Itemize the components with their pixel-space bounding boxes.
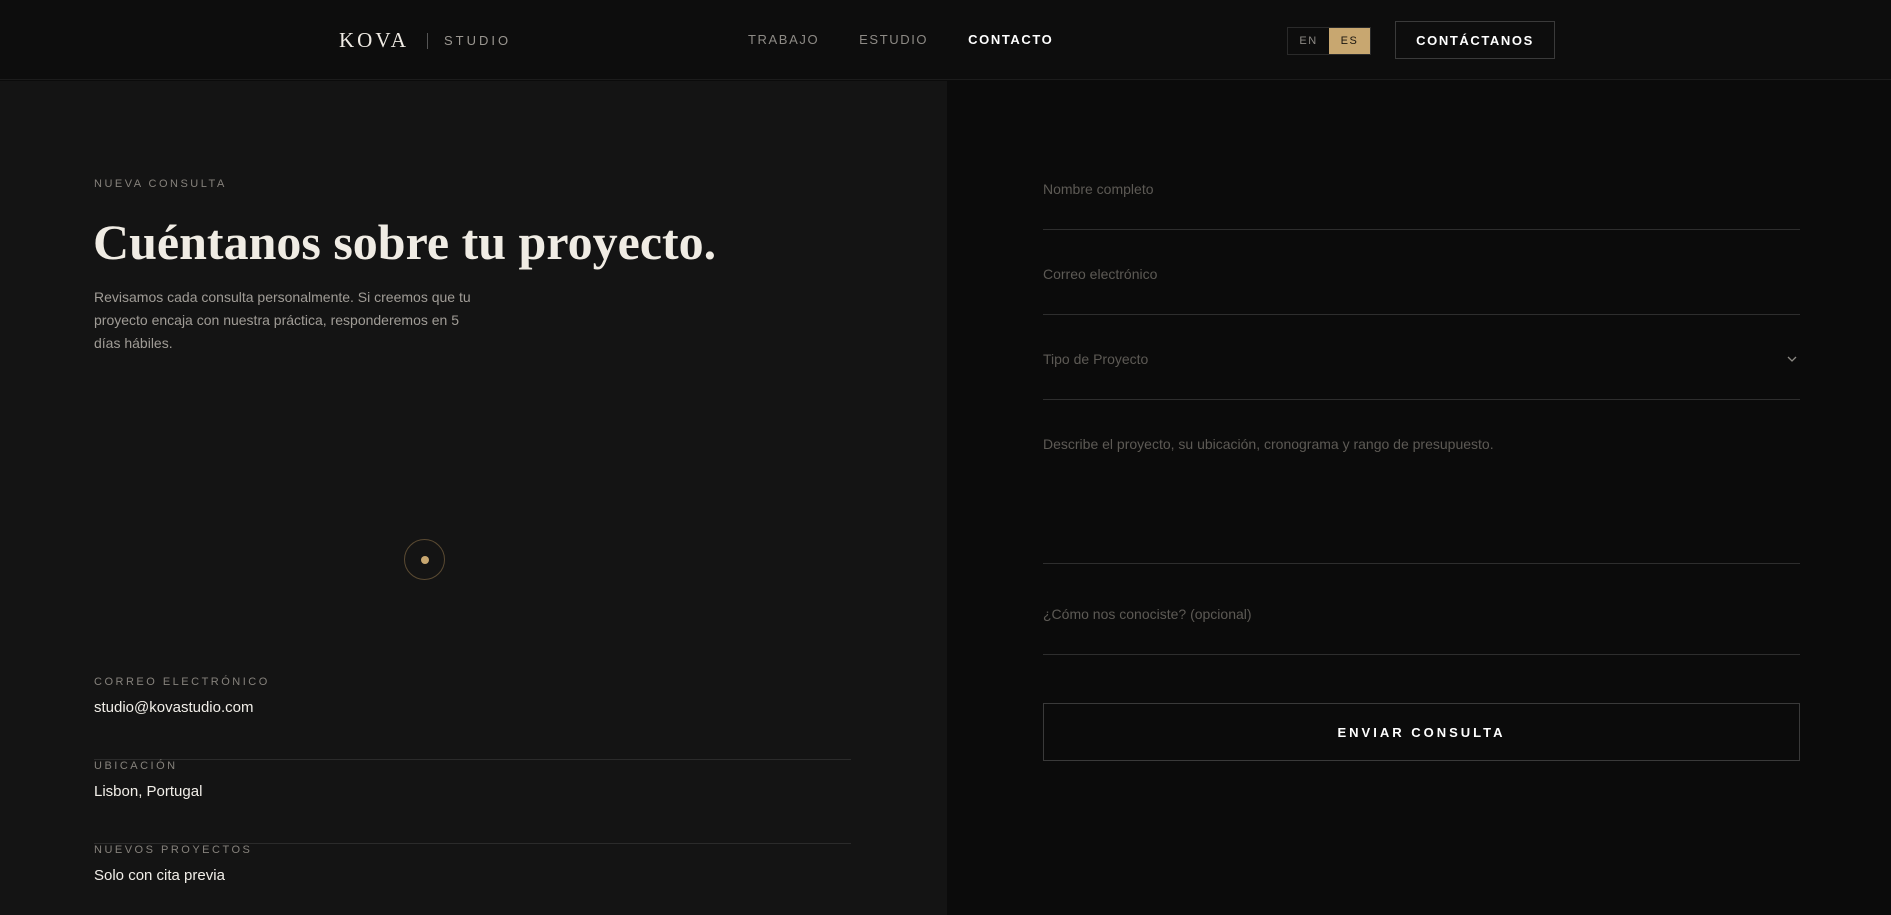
info-label: CORREO ELECTRÓNICO [94, 676, 270, 688]
nav-item-contacto[interactable]: CONTACTO [968, 32, 1053, 47]
info-item-email: CORREO ELECTRÓNICO studio@kovastudio.com [94, 676, 851, 760]
intro-panel: NUEVA CONSULTA Cuéntanos sobre tu proyec… [0, 81, 947, 915]
referral-field[interactable]: ¿Cómo nos conociste? (opcional) [1043, 603, 1800, 655]
name-field[interactable]: Nombre completo [1043, 178, 1800, 230]
dot-indicator-icon [404, 539, 445, 580]
dot-indicator-center [420, 555, 429, 564]
site-header: KOVA STUDIO TRABAJO ESTUDIO CONTACTO EN … [0, 0, 1891, 80]
info-item-new-projects: NUEVOS PROYECTOS Solo con cita previa [94, 844, 851, 915]
chevron-down-icon [1787, 356, 1797, 362]
email-field[interactable]: Correo electrónico [1043, 263, 1800, 315]
nav-item-trabajo[interactable]: TRABAJO [748, 32, 819, 47]
info-label: UBICACIÓN [94, 760, 178, 772]
name-placeholder: Nombre completo [1043, 181, 1154, 197]
email-placeholder: Correo electrónico [1043, 266, 1158, 282]
language-switcher: EN ES [1287, 27, 1371, 55]
main-nav: TRABAJO ESTUDIO CONTACTO [748, 32, 1093, 47]
logo[interactable]: KOVA STUDIO [339, 28, 511, 53]
nav-item-estudio[interactable]: ESTUDIO [859, 32, 928, 47]
logo-wordmark: KOVA [339, 28, 409, 52]
logo-subtitle: STUDIO [443, 33, 512, 48]
project-type-placeholder: Tipo de Proyecto [1043, 351, 1149, 367]
logo-divider [426, 32, 428, 49]
contact-cta-button[interactable]: CONTÁCTANOS [1395, 21, 1555, 59]
message-placeholder: Describe el proyecto, su ubicación, cron… [1043, 436, 1494, 452]
referral-placeholder: ¿Cómo nos conociste? (opcional) [1043, 606, 1252, 622]
section-eyebrow: NUEVA CONSULTA [94, 178, 227, 190]
lang-en-button[interactable]: EN [1288, 28, 1329, 54]
lang-es-button[interactable]: ES [1329, 28, 1370, 54]
page-title: Cuéntanos sobre tu proyecto. [93, 214, 717, 270]
message-textarea[interactable]: Describe el proyecto, su ubicación, cron… [1043, 433, 1800, 564]
inquiry-form: Nombre completo Correo electrónico Tipo … [947, 81, 1891, 915]
info-item-location: UBICACIÓN Lisbon, Portugal [94, 760, 851, 844]
info-value-location: Lisbon, Portugal [94, 783, 203, 800]
info-label: NUEVOS PROYECTOS [94, 844, 253, 856]
project-type-select[interactable]: Tipo de Proyecto [1043, 348, 1800, 400]
submit-button[interactable]: ENVIAR CONSULTA [1043, 703, 1800, 761]
info-value-email[interactable]: studio@kovastudio.com [94, 699, 851, 716]
info-value-new-projects: Solo con cita previa [94, 867, 225, 884]
intro-text: Revisamos cada consulta personalmente. S… [94, 289, 471, 351]
